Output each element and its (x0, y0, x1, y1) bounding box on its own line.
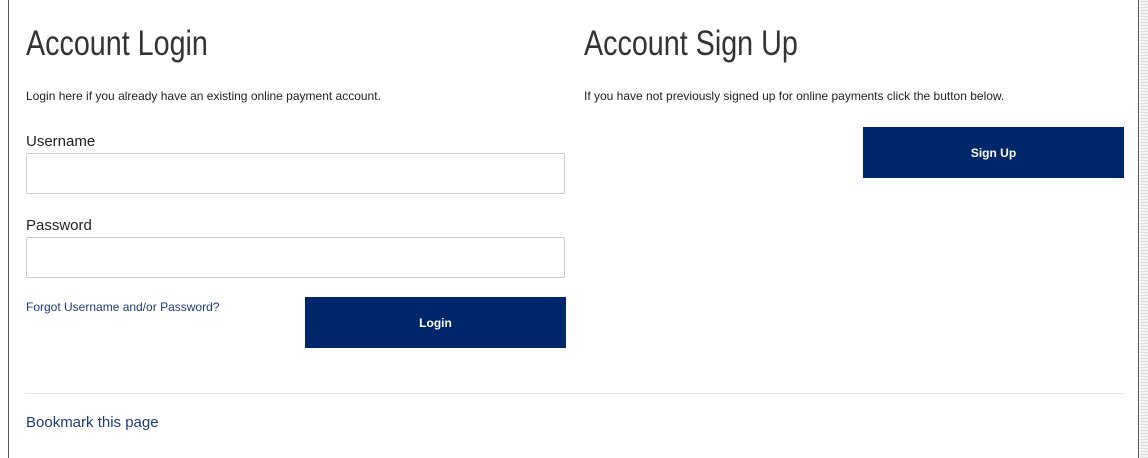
account-signup-title: Account Sign Up (584, 24, 798, 63)
account-login-description: Login here if you already have an existi… (26, 89, 381, 103)
password-input[interactable] (26, 237, 565, 278)
password-label: Password (26, 217, 92, 234)
window-edge (1140, 0, 1148, 458)
section-divider (26, 393, 1124, 394)
account-login-title: Account Login (26, 24, 208, 63)
sign-up-button[interactable]: Sign Up (863, 127, 1124, 178)
forgot-credentials-link[interactable]: Forgot Username and/or Password? (26, 300, 219, 314)
page-frame (8, 0, 1139, 458)
username-input[interactable] (26, 153, 565, 194)
login-button[interactable]: Login (305, 297, 566, 348)
username-label: Username (26, 133, 96, 150)
account-signup-description: If you have not previously signed up for… (584, 89, 1005, 103)
bookmark-page-link[interactable]: Bookmark this page (26, 414, 159, 431)
